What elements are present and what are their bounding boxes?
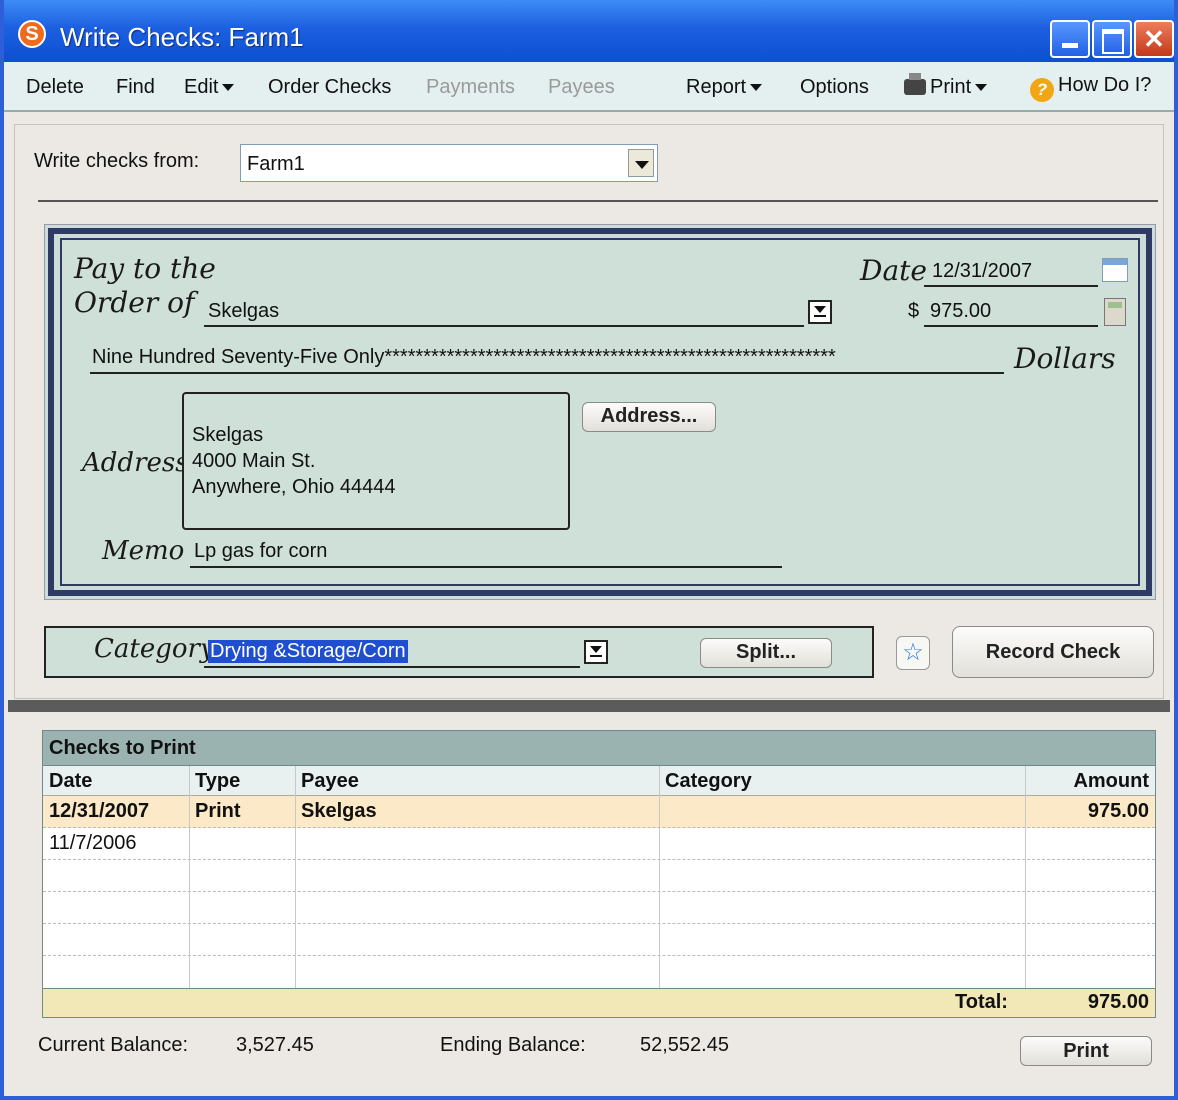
date-label: Date xyxy=(860,254,927,287)
close-icon: ✕ xyxy=(1143,24,1165,54)
dollars-label: Dollars xyxy=(1014,342,1116,375)
ending-balance-label: Ending Balance: xyxy=(440,1034,586,1056)
menu-report[interactable]: Report xyxy=(686,76,763,99)
column-divider xyxy=(295,766,296,988)
table-row-empty[interactable] xyxy=(43,892,1155,924)
memo-underline xyxy=(190,566,782,568)
column-header-type[interactable]: Type xyxy=(191,766,244,796)
memo-field[interactable]: Lp gas for corn xyxy=(194,540,327,563)
category-underline xyxy=(204,666,580,668)
cell-amount: 975.00 xyxy=(1087,800,1149,822)
pay-to-label: Pay to the Order of xyxy=(74,252,216,320)
menu-print-label: Print xyxy=(930,76,972,98)
close-button[interactable]: ✕ xyxy=(1134,20,1174,58)
star-icon[interactable]: ☆ xyxy=(896,636,930,670)
menu-payees[interactable]: Payees xyxy=(548,76,615,99)
menu-bar: Delete Find Edit Order Checks Payments P… xyxy=(4,62,1174,112)
printer-icon xyxy=(904,73,926,95)
current-balance-value: 3,527.45 xyxy=(236,1034,314,1056)
dropdown-arrow-icon[interactable] xyxy=(628,149,654,177)
column-header-date[interactable]: Date xyxy=(45,766,96,796)
app-logo-icon: S xyxy=(18,20,46,48)
category-field[interactable]: Drying &Storage/Corn xyxy=(208,640,408,663)
column-divider xyxy=(659,766,660,988)
menu-payments[interactable]: Payments xyxy=(426,76,515,99)
column-header-payee[interactable]: Payee xyxy=(297,766,363,796)
date-underline xyxy=(924,285,1098,287)
current-balance-label: Current Balance: xyxy=(38,1034,189,1056)
menu-delete[interactable]: Delete xyxy=(26,76,84,99)
column-divider xyxy=(1025,766,1026,988)
cell-date: 12/31/2007 xyxy=(49,800,150,822)
menu-how-do-i[interactable]: ? How Do I? xyxy=(1030,74,1151,102)
column-divider xyxy=(189,766,190,988)
table-row-empty[interactable] xyxy=(43,924,1155,956)
split-button[interactable]: Split... xyxy=(700,638,832,668)
window-title: Write Checks: Farm1 xyxy=(60,22,304,52)
date-field[interactable]: 12/31/2007 xyxy=(932,260,1032,283)
caret-down-icon xyxy=(750,84,763,92)
payee-dropdown-icon[interactable] xyxy=(808,300,832,324)
menu-options[interactable]: Options xyxy=(800,76,869,99)
amount-field[interactable]: 975.00 xyxy=(930,300,991,323)
memo-label: Memo xyxy=(102,536,185,566)
help-icon: ? xyxy=(1030,78,1054,102)
payee-field[interactable]: Skelgas xyxy=(208,300,279,323)
category-label: Category xyxy=(94,634,215,664)
calculator-icon[interactable] xyxy=(1104,298,1126,326)
address-line: 4000 Main St. xyxy=(192,450,316,472)
cell-type: Print xyxy=(195,800,241,822)
cell-payee: Skelgas xyxy=(301,800,377,822)
address-button[interactable]: Address... xyxy=(582,402,716,432)
menu-report-label: Report xyxy=(686,76,747,98)
caret-down-icon xyxy=(222,84,235,92)
calendar-icon[interactable] xyxy=(1102,258,1128,282)
table-row[interactable]: 11/7/2006 xyxy=(43,828,1155,860)
account-label: Write checks from: xyxy=(34,150,200,172)
total-bar: Total: 975.00 xyxy=(42,988,1156,1018)
column-header-category[interactable]: Category xyxy=(661,766,756,796)
total-label: Total: xyxy=(955,991,1008,1013)
menu-edit[interactable]: Edit xyxy=(184,76,235,99)
account-select[interactable]: Farm1 xyxy=(240,144,658,182)
caret-down-icon xyxy=(975,84,988,92)
write-checks-window: S Write Checks: Farm1 ✕ Delete Find Edit… xyxy=(0,0,1178,1100)
menu-order-checks[interactable]: Order Checks xyxy=(268,76,391,99)
menu-find[interactable]: Find xyxy=(116,76,155,99)
record-check-button[interactable]: Record Check xyxy=(952,626,1154,678)
table-row-empty[interactable] xyxy=(43,956,1155,988)
table-row[interactable]: 12/31/2007 Print Skelgas 975.00 xyxy=(43,796,1155,828)
amount-in-words: Nine Hundred Seventy-Five Only**********… xyxy=(92,346,836,368)
address-line: Anywhere, Ohio 44444 xyxy=(192,476,396,498)
cell-date: 11/7/2006 xyxy=(49,832,137,854)
words-underline xyxy=(90,372,1004,374)
checks-table: Date Type Payee Category Amount 12/31/20… xyxy=(42,766,1156,988)
print-button[interactable]: Print xyxy=(1020,1036,1152,1066)
menu-edit-label: Edit xyxy=(184,76,219,98)
pay-to-label-line1: Pay to the xyxy=(74,252,216,285)
maximize-button[interactable] xyxy=(1092,20,1132,58)
ending-balance-value: 52,552.45 xyxy=(640,1034,729,1056)
dollar-sign: $ xyxy=(908,300,920,322)
address-line: Skelgas xyxy=(192,424,264,446)
menu-how-do-i-label: How Do I? xyxy=(1058,74,1152,96)
column-header-amount[interactable]: Amount xyxy=(1069,766,1153,796)
title-bar[interactable]: S Write Checks: Farm1 ✕ xyxy=(4,0,1174,62)
amount-underline xyxy=(924,325,1098,327)
divider xyxy=(38,200,1158,202)
menu-print[interactable]: Print xyxy=(904,73,988,99)
pay-to-label-line2: Order of xyxy=(74,286,195,319)
category-dropdown-icon[interactable] xyxy=(584,640,608,664)
payee-underline xyxy=(204,325,804,327)
panel-splitter[interactable] xyxy=(8,700,1170,712)
account-value: Farm1 xyxy=(247,153,305,175)
address-label: Address xyxy=(82,448,189,478)
minimize-button[interactable] xyxy=(1050,20,1090,58)
checks-to-print-title: Checks to Print xyxy=(49,737,196,759)
table-row-empty[interactable] xyxy=(43,860,1155,892)
checks-to-print-header: Checks to Print xyxy=(42,730,1156,766)
total-value: 975.00 xyxy=(1087,991,1149,1013)
